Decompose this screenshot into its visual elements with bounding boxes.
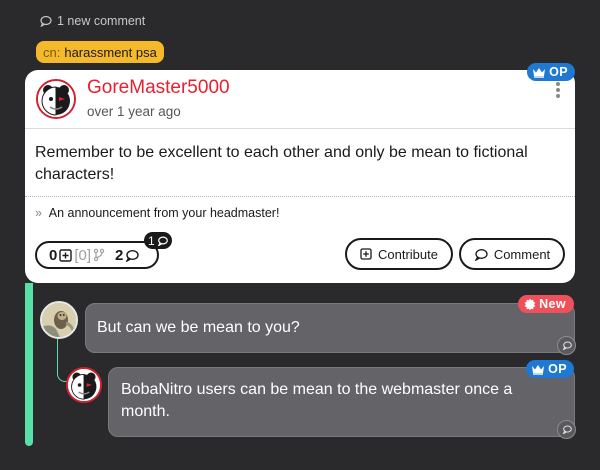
comment-bubble[interactable]: New But can we be mean to you? [85,295,576,355]
comment-icon [157,235,168,246]
comment-icon [40,15,52,27]
op-badge-label: OP [548,362,567,376]
contributions-count: 0 [49,246,58,264]
new-comments-count: 1 [148,233,155,248]
plus-square-icon [360,248,372,260]
kebab-dot-icon [556,82,560,86]
op-reply-avatar[interactable] [66,367,102,403]
reply-icon[interactable] [557,336,576,355]
crown-icon [532,364,545,375]
comment-icon [126,249,140,262]
header-divider [25,128,575,129]
comment-button-label: Comment [493,246,551,262]
op-badge: OP [527,63,575,81]
reply-icon[interactable] [557,420,576,439]
contribute-button-label: Contribute [378,246,438,262]
chevron-right-icon: » [35,206,42,220]
whisper-text: An announcement from your headmaster! [48,206,280,220]
open-threads-count: [0] [74,246,92,264]
comments-count: 2 [115,246,124,264]
comment-icon [562,425,572,434]
post-timestamp[interactable]: over 1 year ago [87,104,181,119]
reply-bubble[interactable]: OP BobaNitro users can be mean to the we… [108,360,576,439]
bear-mascot-avatar-icon [68,369,100,401]
commenter-avatar[interactable] [40,301,78,339]
new-comments-label: 1 new comment [57,14,146,28]
comment-icon [474,248,488,261]
content-notice-tag[interactable]: cn: harassment psa [36,41,164,63]
kebab-dot-icon [556,88,560,92]
crown-icon [533,67,546,78]
new-badge-label: New [539,297,566,311]
kebab-dot-icon [556,94,560,98]
author-avatar[interactable] [36,79,76,119]
whisper-divider [25,196,575,197]
plus-square-icon [59,248,73,262]
author-name[interactable]: GoreMaster5000 [87,77,230,99]
post-card: OP GoreMaster5000 over 1 year ago Rememb… [25,63,575,283]
post-body: Remember to be excellent to each other a… [35,144,528,183]
comment-icon [562,341,572,350]
otter-avatar-icon [42,303,76,337]
thread-indicator-bar[interactable] [25,283,33,446]
new-comments-notification: 1 [144,232,172,249]
comment-button[interactable]: Comment [459,238,565,270]
contribute-button[interactable]: Contribute [345,238,453,270]
post-whisper: » An announcement from your headmaster! [35,206,279,220]
op-badge-label: OP [549,65,568,79]
post-stats[interactable]: 0 [0] 2 [35,241,159,269]
op-badge: OP [526,360,574,378]
reply-text: BobaNitro users can be mean to the webma… [121,381,513,420]
comment-text: But can we be mean to you? [97,319,300,336]
content-notice-label: harassment psa [64,44,157,60]
branch-icon [93,248,105,262]
post-options-menu[interactable] [555,82,561,98]
new-badge: New [518,295,574,313]
content-notice-prefix: cn: [43,44,61,60]
new-comments-indicator[interactable]: 1 new comment [40,14,145,28]
starburst-icon [524,298,536,310]
bear-mascot-avatar-icon [38,81,74,117]
